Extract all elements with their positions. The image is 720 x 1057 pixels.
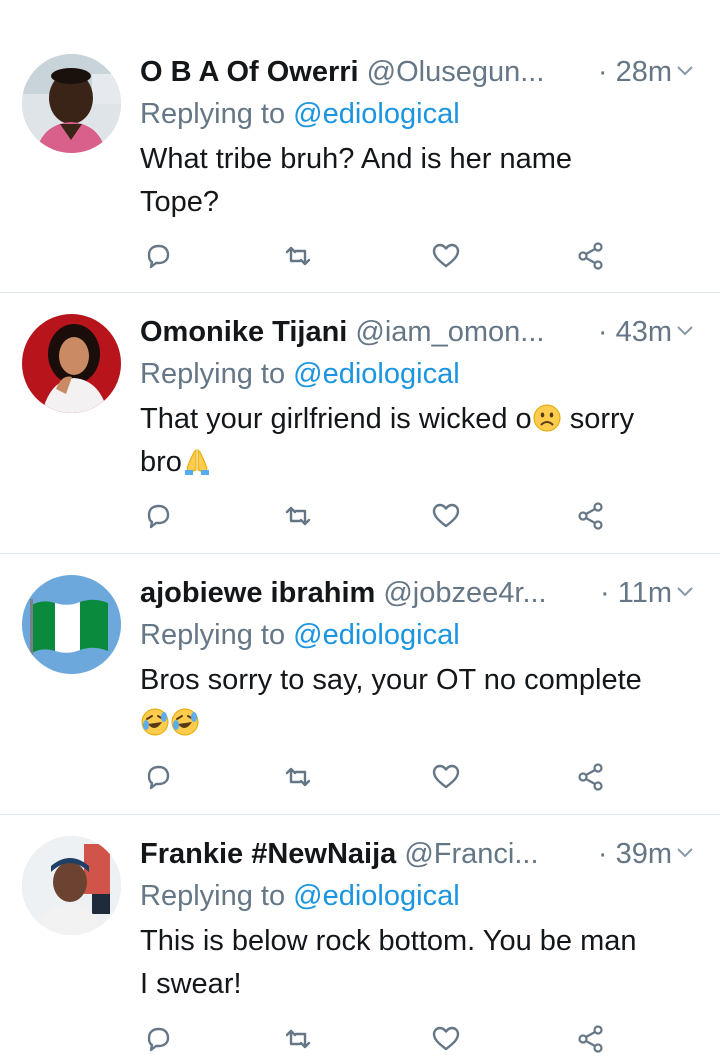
reply-tweet[interactable]: ajobiewe ibrahim @jobzee4r... · 11m Repl… <box>0 554 720 815</box>
heart-icon <box>432 1026 460 1051</box>
timestamp[interactable]: · 43m <box>593 312 672 352</box>
share-icon <box>578 502 603 530</box>
retweet-button[interactable] <box>280 759 316 795</box>
like-button[interactable] <box>428 1021 464 1057</box>
tweet-text-line: What tribe bruh? And is her name <box>140 143 573 175</box>
share-button[interactable] <box>573 759 609 795</box>
reply-icon <box>147 1027 170 1052</box>
replying-prefix: Replying to <box>140 619 294 651</box>
reply-button[interactable] <box>140 238 176 274</box>
avatar[interactable] <box>22 836 121 935</box>
frowning-face-emoji-icon <box>532 403 562 433</box>
user-handle[interactable]: @Franci... <box>404 838 538 870</box>
chevron-down-icon[interactable] <box>676 64 694 78</box>
retweet-icon <box>285 506 311 526</box>
retweet-button[interactable] <box>280 498 316 534</box>
share-icon <box>578 763 603 791</box>
chevron-down-icon[interactable] <box>676 585 694 599</box>
reply-tweet[interactable]: Frankie #NewNaija @Franci... · 39m Reply… <box>0 815 720 1053</box>
timestamp[interactable]: · 28m <box>593 52 672 92</box>
timestamp[interactable]: · 11m <box>596 573 672 613</box>
tweet-text-fragment: That your girlfriend is wicked o <box>140 403 532 435</box>
mention-link[interactable]: @ediological <box>293 619 459 651</box>
replying-to: Replying to @ediological <box>140 615 460 655</box>
user-handle[interactable]: @Olusegun... <box>367 56 545 88</box>
tweet-text: That your girlfriend is wicked o sorry b… <box>140 398 700 484</box>
user-handle[interactable]: @jobzee4r... <box>383 577 546 609</box>
replying-to: Replying to @ediological <box>140 94 460 134</box>
action-bar <box>140 1021 620 1057</box>
action-bar <box>140 238 620 274</box>
share-button[interactable] <box>573 238 609 274</box>
user-handle[interactable]: @iam_omon... <box>355 316 544 348</box>
share-button[interactable] <box>573 498 609 534</box>
share-button[interactable] <box>573 1021 609 1057</box>
display-name[interactable]: Omonike Tijani <box>140 316 347 348</box>
tweet-text-fragment: bro <box>140 446 182 478</box>
reply-icon <box>147 244 170 269</box>
top-divider-strip <box>0 0 720 34</box>
reply-button[interactable] <box>140 498 176 534</box>
retweet-icon <box>285 767 311 787</box>
replying-prefix: Replying to <box>140 880 294 912</box>
reply-tweet[interactable]: Omonike Tijani @iam_omon... · 43m Replyi… <box>0 293 720 554</box>
folded-hands-emoji-icon <box>182 446 212 476</box>
tweet-text-line: Tope? <box>140 186 220 218</box>
tweet-text-line: Bros sorry to say, your OT no complete <box>140 664 642 696</box>
reply-icon <box>147 504 170 529</box>
rolling-laughing-emoji-icon <box>140 707 170 737</box>
avatar[interactable] <box>22 314 121 413</box>
retweet-button[interactable] <box>280 1021 316 1057</box>
like-button[interactable] <box>428 238 464 274</box>
retweet-icon <box>285 246 311 266</box>
mention-link[interactable]: @ediological <box>293 358 459 390</box>
retweet-button[interactable] <box>280 238 316 274</box>
tweet-text-line: This is below rock bottom. You be man <box>140 925 637 957</box>
display-name[interactable]: Frankie #NewNaija <box>140 838 396 870</box>
mention-link[interactable]: @ediological <box>293 98 459 130</box>
avatar[interactable] <box>22 575 121 674</box>
reply-icon <box>147 765 170 790</box>
display-name[interactable]: O B A Of Owerri <box>140 56 359 88</box>
like-button[interactable] <box>428 498 464 534</box>
tweet-text-fragment: sorry <box>561 403 635 435</box>
action-bar <box>140 759 620 795</box>
tweet-text-line: That your girlfriend is wicked o sorry <box>140 398 700 441</box>
tweet-text: This is below rock bottom. You be man I … <box>140 920 700 1006</box>
reply-button[interactable] <box>140 1021 176 1057</box>
replying-to: Replying to @ediological <box>140 354 460 394</box>
heart-icon <box>432 243 460 268</box>
heart-icon <box>432 764 460 789</box>
replying-to: Replying to @ediological <box>140 876 460 916</box>
retweet-icon <box>285 1029 311 1049</box>
share-icon <box>578 1025 603 1053</box>
reply-button[interactable] <box>140 759 176 795</box>
tweet-text-line: I swear! <box>140 968 242 1000</box>
heart-icon <box>432 503 460 528</box>
chevron-down-icon[interactable] <box>676 324 694 338</box>
rolling-laughing-emoji-icon <box>170 707 200 737</box>
replying-prefix: Replying to <box>140 98 294 130</box>
replying-prefix: Replying to <box>140 358 294 390</box>
tweet-text: Bros sorry to say, your OT no complete <box>140 659 700 745</box>
avatar[interactable] <box>22 54 121 153</box>
like-button[interactable] <box>428 759 464 795</box>
mention-link[interactable]: @ediological <box>293 880 459 912</box>
reply-tweet[interactable]: O B A Of Owerri @Olusegun... · 28m Reply… <box>0 33 720 293</box>
tweet-text-line: bro <box>140 441 700 484</box>
action-bar <box>140 498 620 534</box>
display-name[interactable]: ajobiewe ibrahim <box>140 577 375 609</box>
tweet-text: What tribe bruh? And is her name Tope? <box>140 138 700 224</box>
tweet-text-line <box>140 702 700 745</box>
chevron-down-icon[interactable] <box>676 846 694 860</box>
share-icon <box>578 242 603 270</box>
timestamp[interactable]: · 39m <box>593 834 672 874</box>
